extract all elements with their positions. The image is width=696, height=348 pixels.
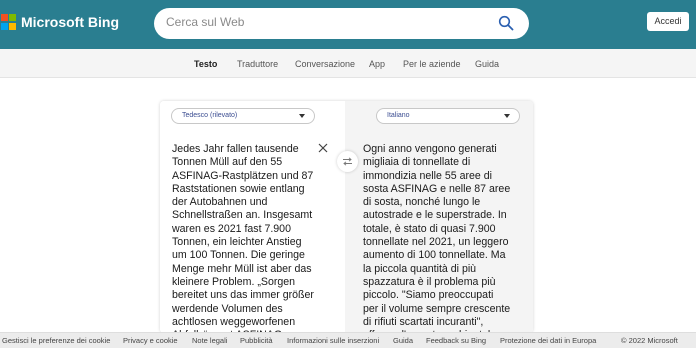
tab-traduttore[interactable]: Traduttore [237,59,278,69]
footer-link-legal[interactable]: Note legali [192,336,227,345]
top-header: Microsoft Bing Accedi [0,0,696,49]
tab-testo[interactable]: Testo [194,59,217,69]
target-pane: Italiano Ogni anno vengono generati migl… [345,101,533,333]
footer-link-cookie-preferences[interactable]: Gestisci le preferenze dei cookie [2,336,110,345]
target-language-label: Italiano [387,112,410,119]
footer-link-privacy[interactable]: Privacy e cookie [123,336,178,345]
source-text-input[interactable]: Jedes Jahr fallen tausende Tonnen Müll a… [172,143,314,333]
search-box[interactable] [154,8,529,39]
footer-copyright: © 2022 Microsoft [621,336,678,345]
footer-link-data-protection[interactable]: Protezione dei dati in Europa [500,336,596,345]
footer-link-feedback[interactable]: Feedback su Bing [426,336,486,345]
target-language-select[interactable]: Italiano [376,108,520,124]
footer-link-help[interactable]: Guida [393,336,413,345]
search-icon[interactable] [498,15,514,31]
brand-name: Microsoft Bing [21,14,119,30]
chevron-down-icon [504,114,510,118]
source-language-select[interactable]: Tedesco (rilevato) [171,108,315,124]
bing-logo[interactable]: Microsoft Bing [0,14,119,30]
swap-languages-button[interactable] [337,151,358,172]
translator-panel: Tedesco (rilevato) Jedes Jahr fallen tau… [160,101,533,333]
footer: Gestisci le preferenze dei cookie Privac… [0,332,696,348]
footer-link-ad-info[interactable]: Informazioni sulle inserzioni [287,336,379,345]
close-icon[interactable] [317,142,329,154]
translated-text: Ogni anno vengono generati migliaia di t… [363,143,511,333]
microsoft-logo-icon [1,14,17,30]
source-pane: Tedesco (rilevato) Jedes Jahr fallen tau… [160,101,345,333]
tab-conversazione[interactable]: Conversazione [295,59,355,69]
source-language-label: Tedesco (rilevato) [182,112,238,119]
tab-per-le-aziende[interactable]: Per le aziende [403,59,461,69]
signin-button[interactable]: Accedi [647,12,689,31]
nav-tabs: Testo Traduttore Conversazione App Per l… [0,49,696,78]
search-input[interactable] [166,15,486,29]
swap-icon [343,157,352,166]
tab-app[interactable]: App [369,59,385,69]
chevron-down-icon [299,114,305,118]
tab-guida[interactable]: Guida [475,59,499,69]
footer-link-advertising[interactable]: Pubblicità [240,336,273,345]
